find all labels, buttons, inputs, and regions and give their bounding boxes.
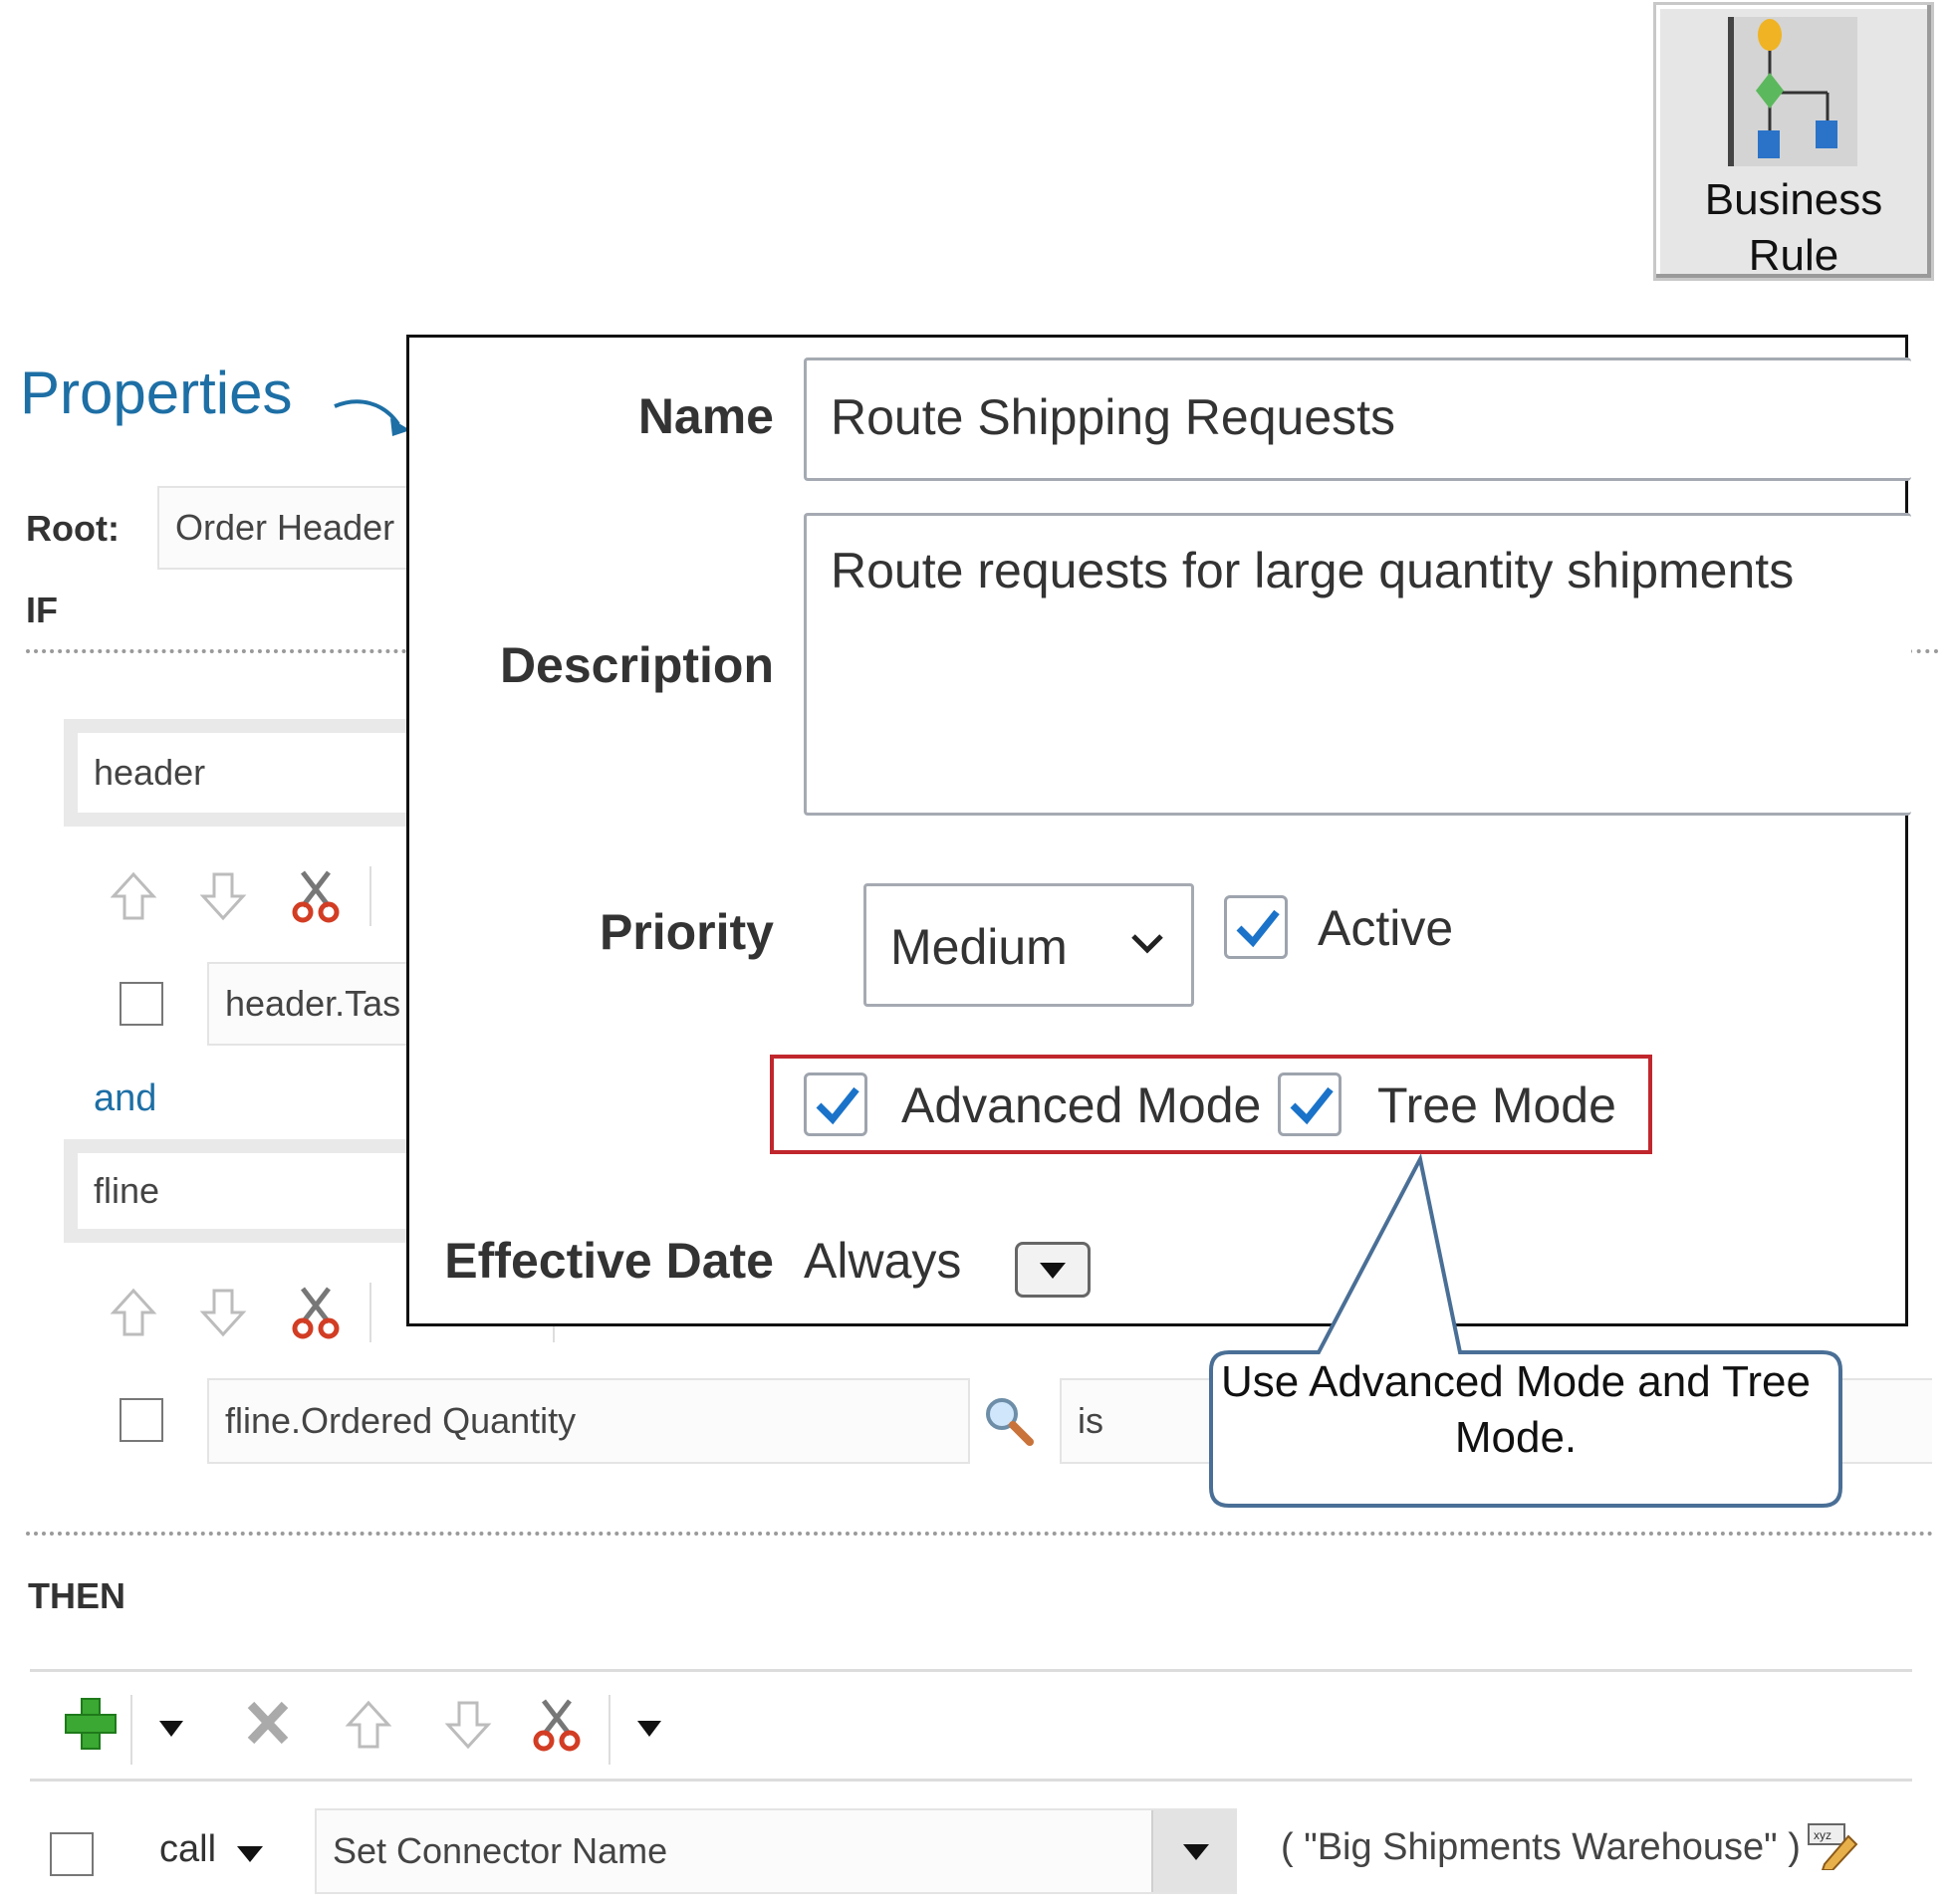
business-rule-flowchart-icon <box>1728 17 1857 166</box>
description-textarea[interactable]: Route requests for large quantity shipme… <box>804 513 1911 816</box>
tree-mode-label: Tree Mode <box>1377 1077 1616 1133</box>
priority-select-value: Medium <box>890 919 1068 975</box>
move-down-icon[interactable] <box>444 1701 492 1750</box>
effective-date-dropdown-button[interactable] <box>1015 1242 1091 1298</box>
action-toolbar <box>60 1695 677 1770</box>
if-label: IF <box>26 590 58 630</box>
move-down-icon[interactable] <box>199 1289 247 1337</box>
verb-dropdown-icon[interactable] <box>235 1844 265 1864</box>
divider <box>30 1779 1912 1782</box>
action-function-field[interactable]: Set Connector Name <box>315 1808 1237 1894</box>
action-checkbox[interactable] <box>50 1832 94 1876</box>
move-down-icon[interactable] <box>199 872 247 921</box>
callout-text: Use Advanced Mode and Tree Mode. <box>1221 1357 1811 1462</box>
condition-checkbox[interactable] <box>120 1398 163 1442</box>
svg-text:xyz: xyz <box>1814 1828 1831 1842</box>
action-arguments: ( "Big Shipments Warehouse" ) <box>1281 1826 1801 1868</box>
name-input[interactable]: Route Shipping Requests <box>804 357 1911 481</box>
chevron-down-icon <box>1040 1263 1066 1279</box>
effective-date-label: Effective Date <box>444 1233 774 1289</box>
then-separator <box>26 1532 1934 1536</box>
callout-bubble <box>1209 1153 1842 1508</box>
action-function-value: Set Connector Name <box>333 1830 668 1871</box>
action-verb[interactable]: call <box>159 1828 216 1871</box>
name-label: Name <box>637 388 774 444</box>
advanced-mode-label: Advanced Mode <box>901 1077 1262 1133</box>
move-up-icon[interactable] <box>110 871 157 920</box>
function-dropdown-button[interactable] <box>1151 1810 1237 1892</box>
root-label: Root: <box>26 508 120 549</box>
advanced-mode-checkbox[interactable] <box>804 1072 867 1136</box>
then-label: THEN <box>28 1575 125 1616</box>
tree-mode-checkbox[interactable] <box>1278 1072 1342 1136</box>
business-rule-label: Business Rule <box>1704 175 1883 280</box>
delete-icon[interactable] <box>247 1701 289 1745</box>
move-up-icon[interactable] <box>345 1700 392 1749</box>
and-connector[interactable]: and <box>94 1077 156 1120</box>
chevron-down-icon <box>1131 934 1163 954</box>
name-input-value: Route Shipping Requests <box>831 389 1396 445</box>
active-checkbox[interactable] <box>1224 895 1288 959</box>
cut-icon[interactable] <box>292 1287 340 1339</box>
search-icon[interactable] <box>982 1394 1036 1448</box>
if-separator <box>26 649 414 653</box>
effective-date-value: Always <box>804 1233 962 1289</box>
check-icon <box>1236 909 1280 948</box>
priority-label: Priority <box>599 904 774 960</box>
edit-parameters-icon[interactable]: xyz <box>1805 1820 1860 1870</box>
cut-icon[interactable] <box>292 870 340 923</box>
check-icon <box>816 1086 859 1125</box>
condition-variable-field[interactable]: fline <box>78 1153 416 1229</box>
root-field[interactable]: Order Header <box>157 486 416 570</box>
condition-expression-field[interactable]: header.Tas <box>207 962 416 1046</box>
description-label: Description <box>499 637 774 693</box>
chevron-down-icon <box>1183 1844 1209 1860</box>
priority-select[interactable]: Medium <box>863 883 1194 1007</box>
divider <box>30 1669 1912 1672</box>
properties-heading[interactable]: Properties <box>20 358 292 427</box>
cut-icon[interactable] <box>533 1699 581 1752</box>
more-dropdown-icon[interactable] <box>637 1721 661 1737</box>
condition-expression-field[interactable]: fline.Ordered Quantity <box>207 1378 970 1464</box>
active-label: Active <box>1318 900 1454 956</box>
business-rule-tile[interactable]: Business Rule <box>1653 2 1934 281</box>
if-separator-right <box>1908 649 1938 653</box>
condition-variable-field[interactable]: header <box>78 733 416 813</box>
add-icon[interactable] <box>65 1698 117 1750</box>
check-icon <box>1290 1086 1334 1125</box>
condition-toolbar <box>108 866 406 931</box>
move-up-icon[interactable] <box>110 1288 157 1336</box>
condition-checkbox[interactable] <box>120 982 163 1026</box>
description-textarea-value: Route requests for large quantity shipme… <box>831 543 1795 598</box>
add-dropdown-icon[interactable] <box>159 1721 183 1737</box>
pointer-arrow-icon <box>334 399 410 436</box>
